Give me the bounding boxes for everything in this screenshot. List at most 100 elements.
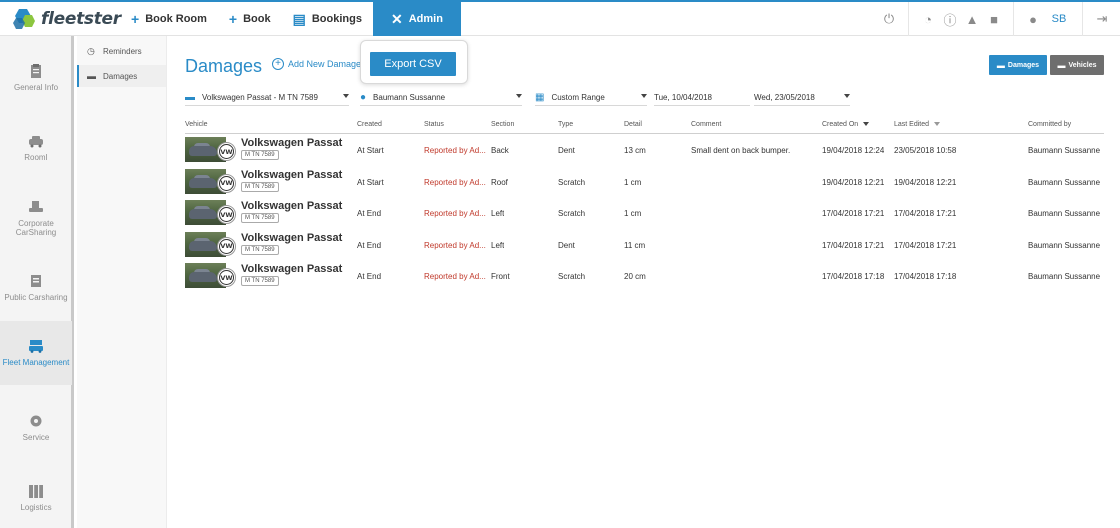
clipboard-icon: ▤ [292,10,306,27]
clock-icon: ◷ [87,45,95,56]
truck-icon[interactable]: ■ [984,2,1004,36]
vehicles-toggle-button[interactable]: ▬ Vehicles [1050,55,1104,75]
header-detail[interactable]: Detail [624,121,642,128]
bell-icon[interactable]: ▲ [962,2,982,36]
car-icon: ▬ [1057,60,1066,70]
divider [908,2,909,36]
sidebar-item-label: Public Carsharing [4,293,68,302]
power-icon[interactable]: ⏻ [879,2,899,36]
license-plate: M TN 7589 [241,276,279,286]
sort-desc-icon [863,122,870,127]
cell-last-edited: 23/05/2018 10:58 [894,146,957,155]
logo-text: fleetster [41,9,121,29]
license-plate: M TN 7589 [241,244,279,255]
fleet-icon [29,340,43,353]
sidebar-item-general-info[interactable]: General Info [0,46,72,110]
nav-book-room[interactable]: + Book Room [120,2,218,36]
nav-admin[interactable]: ✕ Admin [372,2,461,36]
cell-type: Scratch [558,272,586,281]
sidebar-item-label: Service [22,433,50,442]
cell-type: Dent [558,146,575,155]
nav-book[interactable]: + Book [218,2,282,36]
table-body: VW Volkswagen Passat M TN 7589 At Start … [185,134,1104,292]
info-icon[interactable]: ⓘ [940,2,960,36]
garage-icon [31,275,41,287]
subnav-item-reminders[interactable]: ◷ Reminders [77,40,166,62]
cell-created: At Start [357,177,384,187]
user-icon: ● [360,92,367,103]
header-status[interactable]: Status [424,121,444,128]
header-created-on[interactable]: Created On [822,121,870,128]
header-label: Created On [822,121,859,128]
sub-navigation: ◷ Reminders ▬ Damages [77,36,167,528]
nav-label: Admin [408,13,443,25]
nav-label: Book Room [145,13,207,25]
cell-type: Scratch [558,209,586,218]
cell-status: Reported by Ad... [424,146,486,155]
vehicle-name: Volkswagen Passat [241,263,343,275]
sidebar-item-fleet-management[interactable]: Fleet Management [0,321,72,385]
chevron-down-icon [641,94,647,98]
sidebar-item-service[interactable]: Service [0,396,72,460]
table-row[interactable]: VW Volkswagen Passat M TN 7589 At End Re… [185,260,1104,292]
table-header: Vehicle Created Status Section Type Deta… [185,121,1104,134]
license-plate: M TN 7589 [241,150,279,160]
cell-status: Reported by Ad... [424,209,486,218]
add-new-label: Add New Damage [288,59,362,69]
plus-circle-icon: + [272,58,284,70]
damages-toggle-button[interactable]: ▬ Damages [989,55,1047,75]
date-from-value: Tue, 10/04/2018 [654,93,712,102]
user-initials[interactable]: SB [1045,2,1073,36]
cell-created-on: 17/04/2018 17:21 [822,240,885,250]
subnav-item-damages[interactable]: ▬ Damages [77,65,166,87]
cell-detail: 13 cm [624,146,646,155]
logo[interactable]: fleetster [12,8,121,30]
header-comment[interactable]: Comment [691,121,721,128]
sidebar-item-public-carsharing[interactable]: Public Carsharing [0,256,72,320]
license-plate: M TN 7589 [241,213,279,223]
main-content: Damages + Add New Damage Export CSV ▬ Da… [168,36,1120,528]
calendar-icon: ▦ [535,92,545,103]
header-last-edited[interactable]: Last Edited [894,121,941,128]
sidebar-item-corporate-carsharing[interactable]: Corporate CarSharing [0,186,72,250]
header-section[interactable]: Section [491,121,514,128]
cell-committed-by: Baumann Sussanne [1028,146,1101,155]
sidebar-item-rooml[interactable]: RoomI [0,116,72,180]
nav-bookings[interactable]: ▤ Bookings [282,2,373,36]
header-committed-by[interactable]: Committed by [1028,121,1071,128]
header-created[interactable]: Created [357,121,382,128]
sidebar-item-label: RoomI [24,153,48,162]
cell-last-edited: 17/04/2018 17:18 [894,272,957,281]
sort-icon [934,122,941,127]
license-plate: M TN 7589 [241,181,279,192]
cell-section: Roof [491,177,508,187]
globe-icon[interactable]: ● [1023,2,1043,36]
rocket-icon[interactable]: ◔ [918,2,938,36]
date-to-input[interactable]: Wed, 23/05/2018 [754,90,850,106]
user-filter-select[interactable]: ● Baumann Sussanne [360,90,522,106]
export-csv-button[interactable]: Export CSV [370,52,456,76]
subnav-label: Reminders [103,46,142,56]
sidebar-item-logistics[interactable]: Logistics [0,466,72,528]
cell-last-edited: 17/04/2018 17:21 [894,240,957,250]
logout-icon[interactable]: ⇥ [1092,2,1112,36]
cell-comment: Small dent on back bumper. [691,146,791,155]
subnav-label: Damages [103,71,138,81]
range-filter-select[interactable]: ▦ Custom Range [535,90,647,106]
cell-created: At Start [357,146,384,155]
sidebar-item-label: General Info [13,83,59,92]
table-row[interactable]: VW Volkswagen Passat M TN 7589 At End Re… [185,197,1104,229]
cell-status: Reported by Ad... [424,272,486,281]
cell-committed-by: Baumann Sussanne [1028,272,1101,281]
table-row[interactable]: VW Volkswagen Passat M TN 7589 At End Re… [185,229,1104,261]
add-new-damage-button[interactable]: + Add New Damage [272,58,361,70]
table-row[interactable]: VW Volkswagen Passat M TN 7589 At Start … [185,166,1104,198]
date-from-input[interactable]: Tue, 10/04/2018 [654,90,750,106]
top-bar: fleetster + Book Room + Book ▤ Bookings … [0,0,1120,36]
sidebar: General Info RoomI Corporate CarSharing … [0,36,74,528]
table-row[interactable]: VW Volkswagen Passat M TN 7589 At Start … [185,134,1104,166]
header-type[interactable]: Type [558,121,573,128]
cell-status: Reported by Ad... [424,240,486,250]
vehicle-filter-select[interactable]: ▬ Volkswagen Passat - M TN 7589 [185,90,349,106]
header-vehicle[interactable]: Vehicle [185,121,208,128]
